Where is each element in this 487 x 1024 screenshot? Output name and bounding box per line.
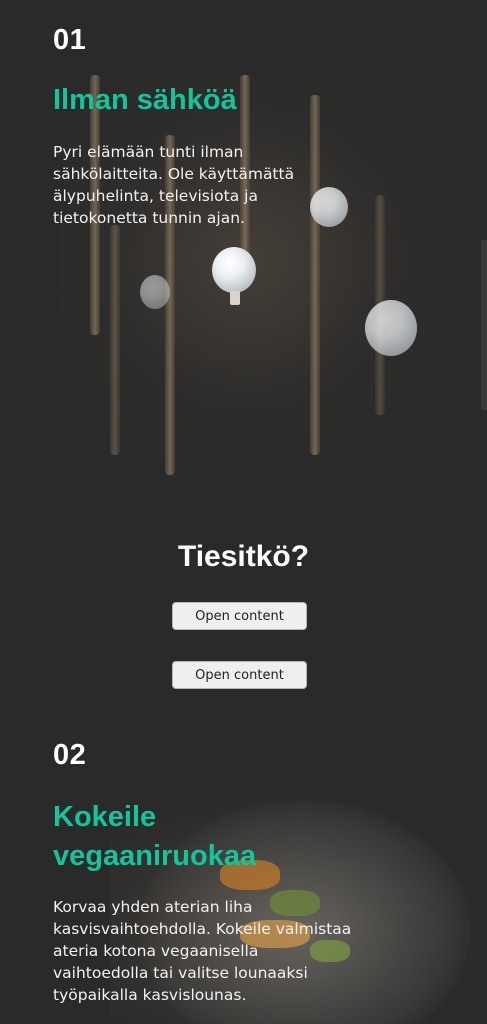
section-number: 02 — [53, 739, 87, 771]
title-line: vegaaniruokaa — [53, 840, 257, 872]
description-line: työpaikalla kasvislounas. — [53, 986, 247, 1004]
description-line: kasvisvaihtoehdolla. Kokeile valmistaa — [53, 920, 352, 938]
did-you-know-heading: Tiesitkö? — [177, 540, 310, 573]
description-line: Pyri elämään tunti ilman — [53, 143, 244, 161]
description-line: tietokonetta tunnin ajan. — [53, 209, 245, 227]
light-bulbs-image — [60, 75, 480, 485]
section-number: 01 — [53, 24, 87, 56]
scrollbar[interactable] — [481, 240, 487, 410]
description-line: vaihtoedolla tai valitse lounaaksi — [53, 964, 308, 982]
description-line: sähkölaitteita. Ole käyttämättä — [53, 165, 295, 183]
section-title: Kokeile vegaaniruokaa — [53, 798, 256, 876]
description-line: ateria kotona vegaanisella — [53, 942, 259, 960]
section-description: Pyri elämään tunti ilman sähkölaitteita.… — [53, 141, 294, 229]
description-line: Korvaa yhden aterian liha — [53, 898, 253, 916]
open-content-button[interactable]: Open content — [172, 661, 307, 689]
title-line: Kokeile — [53, 801, 157, 833]
section-title: Ilman sähköä — [53, 84, 237, 116]
section-description: Korvaa yhden aterian liha kasvisvaihtoeh… — [53, 896, 351, 1006]
open-content-button[interactable]: Open content — [172, 602, 307, 630]
description-line: älypuhelinta, televisiota ja — [53, 187, 258, 205]
